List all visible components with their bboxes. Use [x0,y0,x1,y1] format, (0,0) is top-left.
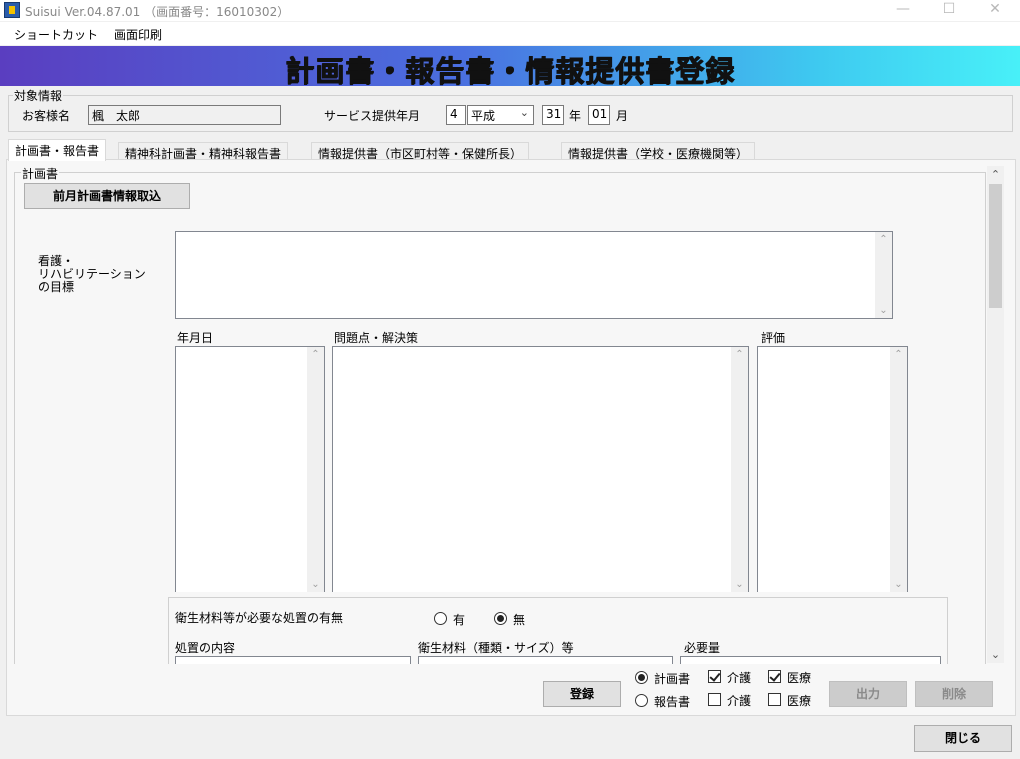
problem-scrollbar[interactable]: ⌃ ⌄ [731,347,748,592]
app-icon [4,2,20,18]
scroll-thumb[interactable] [989,184,1002,308]
supplies-no-radio[interactable] [494,612,507,625]
chevron-down-icon: ⌄ [519,106,529,119]
report-iryo-checkbox[interactable] [768,693,781,706]
goal-scrollbar[interactable]: ⌃ ⌄ [875,232,892,318]
customer-name-field[interactable]: 楓 太郎 [88,105,281,125]
year-field[interactable]: 31 [542,105,564,125]
goal-label: 看護・ リハビリテーション の目標 [38,254,146,294]
era-select[interactable]: 平成 ⌄ [467,105,534,125]
title-bar: Suisui Ver.04.87.01 （画面番号：16010302） — ☐ … [0,0,1020,21]
scroll-down-icon[interactable]: ⌄ [890,579,907,590]
delete-button[interactable]: 削除 [915,681,993,707]
plan-type-label: 計画書 [654,672,691,686]
evaluation-textarea[interactable]: ⌃ ⌄ [757,346,908,592]
chevron-down-icon[interactable]: ⌄ [987,648,1004,661]
close-window-button[interactable]: ✕ [972,0,1018,21]
menu-shortcut[interactable]: ショートカット [14,26,98,43]
page-title: 計画書・報告書・情報提供書登録 [284,54,735,88]
goal-textarea[interactable]: ⌃ ⌄ [175,231,893,319]
evaluation-scrollbar[interactable]: ⌃ ⌄ [890,347,907,592]
treatment-column-label: 処置の内容 [175,641,236,655]
plan-type-radio[interactable] [635,671,648,684]
main-scrollbar[interactable]: ⌃ ⌄ [987,166,1004,663]
scroll-up-icon[interactable]: ⌃ [307,349,324,360]
menu-bar: ショートカット 画面印刷 [0,22,1020,45]
output-button[interactable]: 出力 [829,681,907,707]
report-kaigo-label: 介護 [727,694,752,708]
year-unit: 年 [569,109,582,123]
menu-print-screen[interactable]: 画面印刷 [114,26,162,43]
supplies-no-label: 無 [513,613,526,627]
treatment-field[interactable] [175,656,411,664]
plan-kaigo-label: 介護 [727,671,752,685]
report-kaigo-checkbox[interactable] [708,693,721,706]
report-type-label: 報告書 [654,695,691,709]
material-column-label: 衛生材料（種類・サイズ）等 [418,641,574,655]
chevron-up-icon[interactable]: ⌃ [987,168,1004,181]
service-month-label: サービス提供年月 [324,109,421,123]
plan-legend: 計画書 [21,165,60,182]
month-field[interactable]: 01 [588,105,610,125]
maximize-button[interactable]: ☐ [926,0,972,21]
era-select-value: 平成 [471,109,496,123]
amount-column-label: 必要量 [684,641,721,655]
supplies-question-label: 衛生材料等が必要な処置の有無 [175,611,344,625]
material-field[interactable] [418,656,673,664]
scroll-up-icon[interactable]: ⌃ [875,234,892,245]
target-info-legend: 対象情報 [13,87,64,104]
scroll-up-icon[interactable]: ⌃ [890,349,907,360]
date-textarea[interactable]: ⌃ ⌄ [175,346,325,592]
minimize-button[interactable]: — [880,0,926,21]
customer-name-label: お客様名 [22,109,71,123]
date-column-label: 年月日 [177,331,214,345]
scroll-up-icon[interactable]: ⌃ [731,349,748,360]
report-type-radio[interactable] [635,694,648,707]
close-button[interactable]: 閉じる [914,725,1012,752]
register-button[interactable]: 登録 [543,681,621,707]
problem-textarea[interactable]: ⌃ ⌄ [332,346,749,592]
scroll-down-icon[interactable]: ⌄ [731,579,748,590]
plan-iryo-checkbox[interactable] [768,670,781,683]
evaluation-column-label: 評価 [761,331,786,345]
amount-field[interactable] [680,656,941,664]
plan-iryo-label: 医療 [787,671,812,685]
scroll-down-icon[interactable]: ⌄ [875,305,892,316]
scroll-down-icon[interactable]: ⌄ [307,579,324,590]
problem-column-label: 問題点・解決策 [334,331,419,345]
window-title: Suisui Ver.04.87.01 （画面番号：16010302） [25,5,290,19]
supplies-yes-label: 有 [453,613,466,627]
import-last-month-button[interactable]: 前月計画書情報取込 [24,183,190,209]
report-iryo-label: 医療 [787,694,812,708]
tab-plan-report[interactable]: 計画書・報告書 [8,139,107,161]
plan-kaigo-checkbox[interactable] [708,670,721,683]
supplies-yes-radio[interactable] [434,612,447,625]
header-banner: 計画書・報告書・情報提供書登録 [0,46,1020,88]
date-scrollbar[interactable]: ⌃ ⌄ [307,347,324,592]
month-unit: 月 [616,109,629,123]
era-number-field[interactable]: 4 [446,105,466,125]
